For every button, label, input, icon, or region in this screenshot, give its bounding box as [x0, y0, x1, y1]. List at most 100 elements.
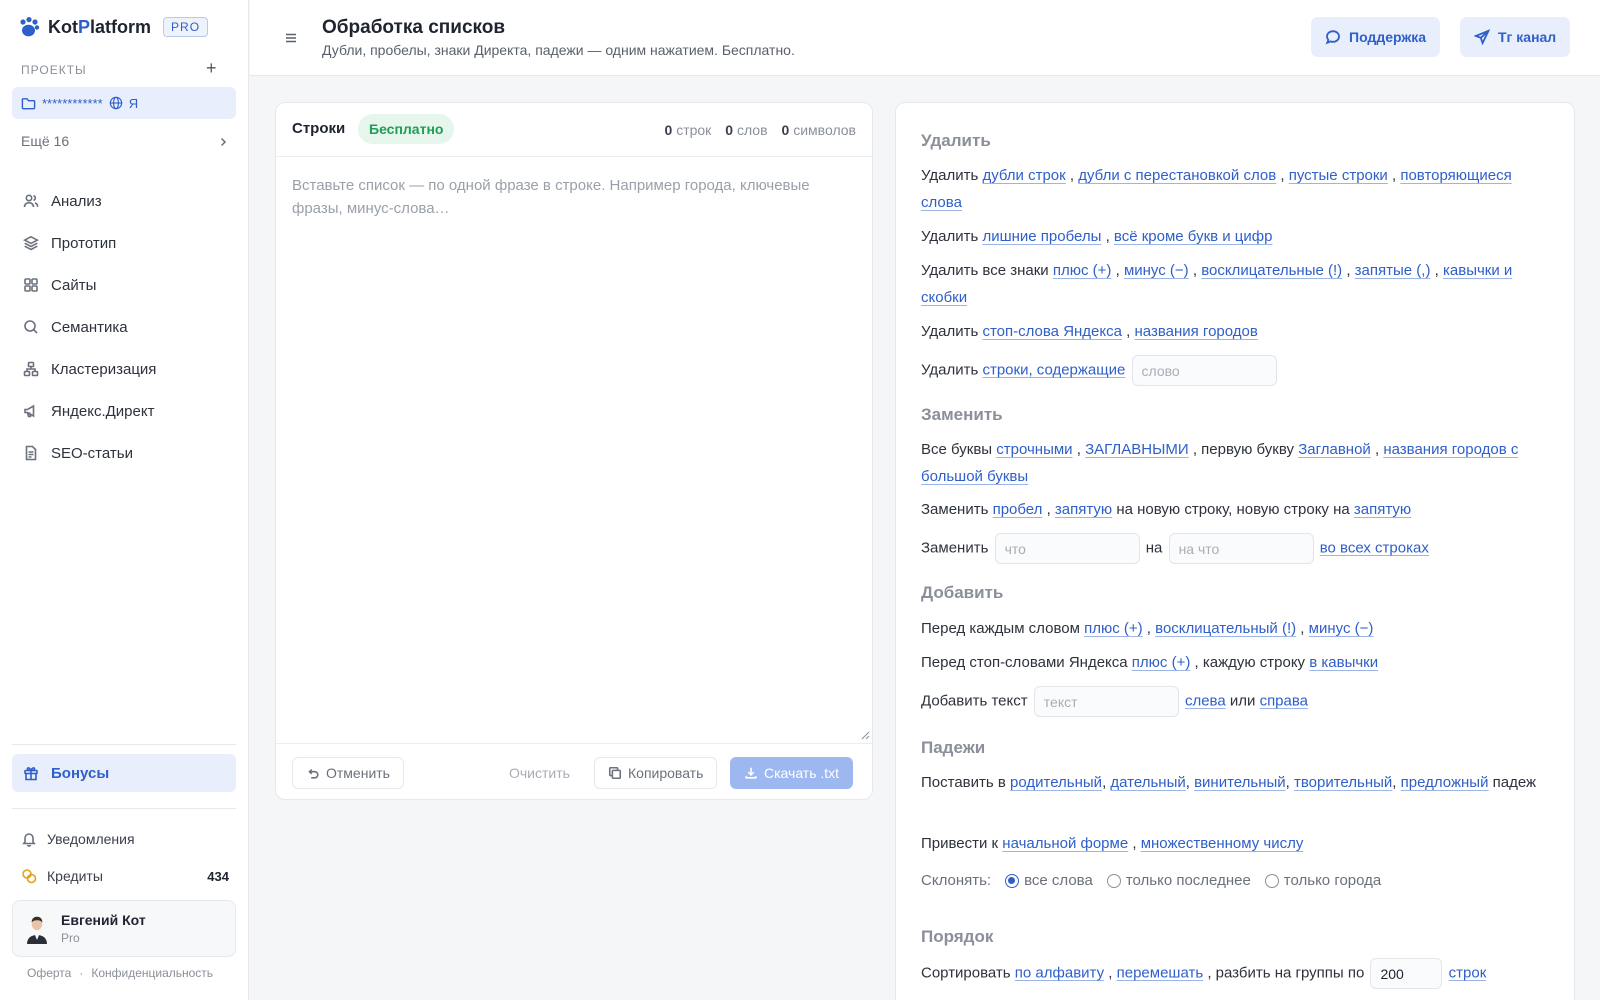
chevron-right-icon [220, 137, 227, 147]
support-label: Поддержка [1349, 29, 1427, 45]
download-icon [745, 767, 757, 779]
sidebar-item-prototype[interactable]: Прототип [12, 222, 236, 264]
order-line-1: Сортировать по алфавиту , перемешать , р… [921, 958, 1551, 989]
base-form-link[interactable]: начальной форме [1002, 835, 1128, 852]
lines-stat: 0 строк [664, 122, 712, 138]
replace-line-2: Заменить пробел , запятую на новую строк… [921, 501, 1412, 518]
replace-with-input[interactable] [1168, 533, 1314, 564]
remove-plus-link[interactable]: плюс (+) [1053, 262, 1112, 279]
credits-count: 434 [207, 868, 229, 884]
privacy-link[interactable]: Конфиденциальность [91, 966, 213, 980]
remove-lines-containing-link[interactable]: строки, содержащие [982, 361, 1125, 378]
bell-icon [22, 833, 36, 847]
download-button[interactable]: Скачать .txt [730, 757, 854, 789]
sidebar-item-sites[interactable]: Сайты [12, 264, 236, 306]
project-item-active[interactable]: ************ Я [12, 87, 236, 119]
sidebar-item-label: Прототип [51, 234, 117, 252]
radio-cities-only[interactable]: только города [1264, 872, 1381, 889]
replace-what-input[interactable] [994, 533, 1140, 564]
offer-link[interactable]: Оферта [27, 966, 71, 980]
sidebar: KotPlatform PRO ПРОЕКТЫ + ************ Я… [0, 0, 249, 1000]
remove-word-input[interactable] [1131, 355, 1277, 386]
wrap-quotes-link[interactable]: в кавычки [1309, 654, 1378, 671]
globe-icon [109, 96, 122, 110]
chat-icon [1325, 30, 1340, 45]
prepositional-link[interactable]: предложный [1401, 774, 1489, 791]
shuffle-link[interactable]: перемешать [1117, 964, 1204, 981]
add-project-button[interactable]: + [206, 58, 217, 79]
support-button[interactable]: Поддержка [1311, 17, 1441, 57]
group-size-input[interactable] [1370, 958, 1443, 989]
plural-link[interactable]: множественному числу [1141, 835, 1304, 852]
grid-icon [24, 278, 38, 292]
remove-empty-lines-link[interactable]: пустые строки [1289, 167, 1388, 184]
notifications-item[interactable]: Уведомления [21, 831, 229, 847]
remove-commas-link[interactable]: запятые (,) [1355, 262, 1431, 279]
accusative-link[interactable]: винительный [1194, 774, 1286, 791]
clear-button[interactable]: Очистить [496, 757, 583, 789]
lowercase-link[interactable]: строчными [996, 441, 1072, 458]
remove-extra-spaces-link[interactable]: лишние пробелы [982, 228, 1101, 245]
remove-exclamation-link[interactable]: восклицательные (!) [1201, 262, 1342, 279]
stopwords-plus-link[interactable]: плюс (+) [1132, 654, 1191, 671]
avatar [25, 913, 49, 944]
add-exclamation-link[interactable]: восклицательный (!) [1155, 620, 1296, 637]
list-input[interactable] [276, 158, 872, 743]
tools-panel: Удалить Удалить дубли строк , дубли с пе… [895, 102, 1575, 1000]
editor-panel: Строки Бесплатно 0 строк 0 слов 0 символ… [275, 102, 873, 800]
users-icon [23, 194, 39, 208]
remove-cities-link[interactable]: названия городов [1135, 323, 1258, 340]
remove-non-alnum-link[interactable]: всё кроме букв и цифр [1114, 228, 1273, 245]
page-title: Обработка списков [322, 17, 506, 38]
genitive-link[interactable]: родительный [1010, 774, 1102, 791]
pro-badge: PRO [163, 17, 209, 37]
remove-permuted-duplicates-link[interactable]: дубли с перестановкой слов [1078, 167, 1276, 184]
more-projects[interactable]: Ещё 16 [21, 133, 229, 149]
add-line-1: Перед каждым словом плюс (+) , восклицат… [921, 620, 1374, 637]
footer-links: Оферта · Конфиденциальность [27, 966, 213, 980]
add-left-link[interactable]: слева [1185, 692, 1226, 709]
copy-button[interactable]: Копировать [594, 757, 718, 789]
sidebar-item-yandex-direct[interactable]: Яндекс.Директ [12, 390, 236, 432]
uppercase-link[interactable]: ЗАГЛАВНЫМИ [1085, 441, 1189, 458]
sidebar-nav: Анализ Прототип Сайты Семантика Кластери… [12, 180, 236, 474]
instrumental-link[interactable]: творительный [1294, 774, 1392, 791]
radio-last-only[interactable]: только последнее [1106, 872, 1251, 889]
sidebar-item-seo-articles[interactable]: SEO-статьи [12, 432, 236, 474]
user-plan: Pro [61, 931, 80, 945]
split-lines-link[interactable]: строк [1449, 964, 1487, 981]
telegram-button[interactable]: Тг канал [1460, 17, 1571, 57]
remove-minus-link[interactable]: минус (−) [1124, 262, 1189, 279]
remove-stopwords-link[interactable]: стоп-слова Яндекса [982, 323, 1122, 340]
radio-all-words[interactable]: все слова [1005, 872, 1093, 889]
sidebar-item-clustering[interactable]: Кластеризация [12, 348, 236, 390]
sidebar-item-semantics[interactable]: Семантика [12, 306, 236, 348]
resize-handle-icon[interactable] [860, 730, 870, 740]
editor-stats: 0 строк 0 слов 0 символов [665, 122, 857, 138]
remove-duplicate-lines-link[interactable]: дубли строк [982, 167, 1065, 184]
add-right-link[interactable]: справа [1260, 692, 1308, 709]
section-add-heading: Добавить [921, 583, 1004, 602]
capitalize-link[interactable]: Заглавной [1298, 441, 1371, 458]
dative-link[interactable]: дательный [1110, 774, 1185, 791]
cluster-icon [23, 361, 39, 377]
sidebar-item-analysis[interactable]: Анализ [12, 180, 236, 222]
user-card[interactable]: Евгений Кот Pro [12, 900, 236, 957]
sort-alphabet-link[interactable]: по алфавиту [1015, 964, 1104, 981]
logo[interactable]: KotPlatform PRO [18, 16, 209, 38]
add-minus-link[interactable]: минус (−) [1309, 620, 1374, 637]
remove-line-3: Удалить все знаки плюс (+) , минус (−) ,… [921, 262, 1513, 306]
menu-icon[interactable] [283, 30, 299, 46]
newline-to-comma-link[interactable]: запятую [1354, 501, 1411, 518]
remove-line-1: Удалить дубли строк , дубли с перестанов… [921, 167, 1512, 211]
undo-icon [308, 768, 319, 779]
undo-button[interactable]: Отменить [292, 757, 404, 789]
sidebar-item-bonuses[interactable]: Бонусы [12, 754, 236, 792]
sidebar-item-label: Сайты [51, 276, 97, 294]
replace-comma-link[interactable]: запятую [1055, 501, 1112, 518]
replace-all-lines-link[interactable]: во всех строках [1320, 539, 1429, 556]
add-plus-link[interactable]: плюс (+) [1084, 620, 1143, 637]
add-text-input[interactable] [1033, 686, 1179, 717]
credits-item[interactable]: Кредиты 434 [21, 868, 229, 884]
replace-space-link[interactable]: пробел [993, 501, 1043, 518]
